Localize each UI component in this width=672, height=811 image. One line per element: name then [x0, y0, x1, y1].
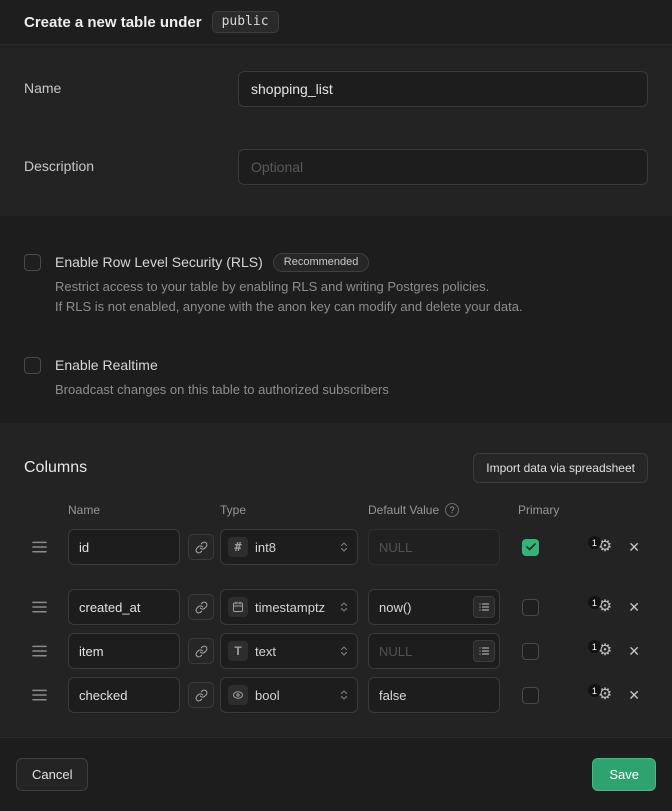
primary-checkbox[interactable]: [522, 687, 539, 704]
drag-handle-icon[interactable]: [32, 541, 52, 553]
column-settings-button[interactable]: 1 ⚙: [590, 643, 612, 659]
help-icon[interactable]: ?: [445, 503, 459, 517]
remove-column-icon[interactable]: ✕: [626, 642, 642, 660]
name-row: Name: [24, 71, 648, 107]
drag-handle-icon[interactable]: [32, 601, 52, 613]
recommended-badge: Recommended: [273, 253, 370, 272]
panel-header: Create a new table under public: [0, 0, 672, 45]
column-type-select[interactable]: bool: [220, 677, 358, 713]
column-name-input[interactable]: [68, 529, 180, 565]
header-type: Type: [220, 503, 368, 517]
chevron-updown-icon: [338, 644, 350, 658]
cancel-button[interactable]: Cancel: [16, 758, 88, 791]
realtime-checkbox[interactable]: [24, 357, 41, 374]
chevron-updown-icon: [338, 540, 350, 554]
default-options-list-icon[interactable]: [473, 596, 495, 618]
text-icon: T: [228, 641, 248, 661]
rls-desc-line1: Restrict access to your table by enablin…: [55, 277, 523, 297]
description-input[interactable]: [238, 149, 648, 185]
realtime-text: Enable Realtime Broadcast changes on thi…: [55, 355, 389, 400]
header-name: Name: [68, 503, 220, 517]
rls-checkbox[interactable]: [24, 254, 41, 271]
toggles-section: Enable Row Level Security (RLS) Recommen…: [0, 216, 672, 423]
column-row-checked: bool 1 ⚙ ✕: [24, 677, 648, 713]
columns-title: Columns: [24, 459, 87, 477]
description-label: Description: [24, 149, 238, 174]
foreign-key-link-icon[interactable]: [188, 534, 214, 560]
hash-icon: #: [228, 537, 248, 557]
rls-text: Enable Row Level Security (RLS) Recommen…: [55, 252, 523, 317]
header-primary: Primary: [518, 503, 559, 517]
default-value-wrap: [368, 589, 500, 625]
name-input[interactable]: [238, 71, 648, 107]
primary-checkbox[interactable]: [522, 599, 539, 616]
remove-column-icon[interactable]: ✕: [626, 538, 642, 556]
remove-column-icon[interactable]: ✕: [626, 598, 642, 616]
drag-handle-icon[interactable]: [32, 689, 52, 701]
columns-header: Columns Import data via spreadsheet: [24, 453, 648, 483]
column-type-select[interactable]: timestamptz: [220, 589, 358, 625]
foreign-key-link-icon[interactable]: [188, 594, 214, 620]
realtime-label: Enable Realtime: [55, 355, 158, 375]
foreign-key-link-icon[interactable]: [188, 638, 214, 664]
panel-title: Create a new table under: [24, 14, 202, 31]
name-label: Name: [24, 71, 238, 96]
default-value-input: [368, 529, 500, 565]
rls-desc-line2: If RLS is not enabled, anyone with the a…: [55, 297, 523, 317]
realtime-desc: Broadcast changes on this table to autho…: [55, 380, 389, 400]
realtime-row: Enable Realtime Broadcast changes on thi…: [24, 355, 648, 400]
chevron-updown-icon: [338, 688, 350, 702]
primary-checkbox[interactable]: [522, 539, 539, 556]
header-default-value: Default Value ?: [368, 503, 518, 517]
column-settings-button[interactable]: 1 ⚙: [590, 539, 612, 555]
schema-badge: public: [212, 11, 279, 33]
column-name-input[interactable]: [68, 677, 180, 713]
panel-footer: Cancel Save: [0, 737, 672, 811]
rls-label: Enable Row Level Security (RLS): [55, 252, 263, 272]
column-settings-button[interactable]: 1 ⚙: [590, 599, 612, 615]
import-spreadsheet-button[interactable]: Import data via spreadsheet: [473, 453, 648, 483]
rls-row: Enable Row Level Security (RLS) Recommen…: [24, 252, 648, 317]
chevron-updown-icon: [338, 600, 350, 614]
bool-icon: [228, 685, 248, 705]
column-row-created-at: timestamptz 1 ⚙ ✕: [24, 589, 648, 625]
save-button[interactable]: Save: [592, 758, 656, 791]
column-type-select[interactable]: # int8: [220, 529, 358, 565]
calendar-icon: [228, 597, 248, 617]
column-settings-button[interactable]: 1 ⚙: [590, 687, 612, 703]
column-row-item: T text 1 ⚙ ✕: [24, 633, 648, 669]
remove-column-icon[interactable]: ✕: [626, 686, 642, 704]
primary-checkbox[interactable]: [522, 643, 539, 660]
default-value-wrap: [368, 633, 500, 669]
table-form-section: Name Description: [0, 45, 672, 216]
description-row: Description: [24, 149, 648, 185]
create-table-panel: Create a new table under public Name Des…: [0, 0, 672, 787]
drag-handle-icon[interactable]: [32, 645, 52, 657]
column-row-id: # int8 1 ⚙ ✕: [24, 529, 648, 565]
default-value-wrap: [368, 529, 500, 565]
default-options-list-icon[interactable]: [473, 640, 495, 662]
columns-section: Columns Import data via spreadsheet Name…: [0, 423, 672, 737]
column-name-input[interactable]: [68, 633, 180, 669]
columns-table-headers: Name Type Default Value ? Primary: [24, 503, 648, 517]
default-value-wrap: [368, 677, 500, 713]
column-name-input[interactable]: [68, 589, 180, 625]
foreign-key-link-icon[interactable]: [188, 682, 214, 708]
column-type-select[interactable]: T text: [220, 633, 358, 669]
default-value-input[interactable]: [368, 677, 500, 713]
